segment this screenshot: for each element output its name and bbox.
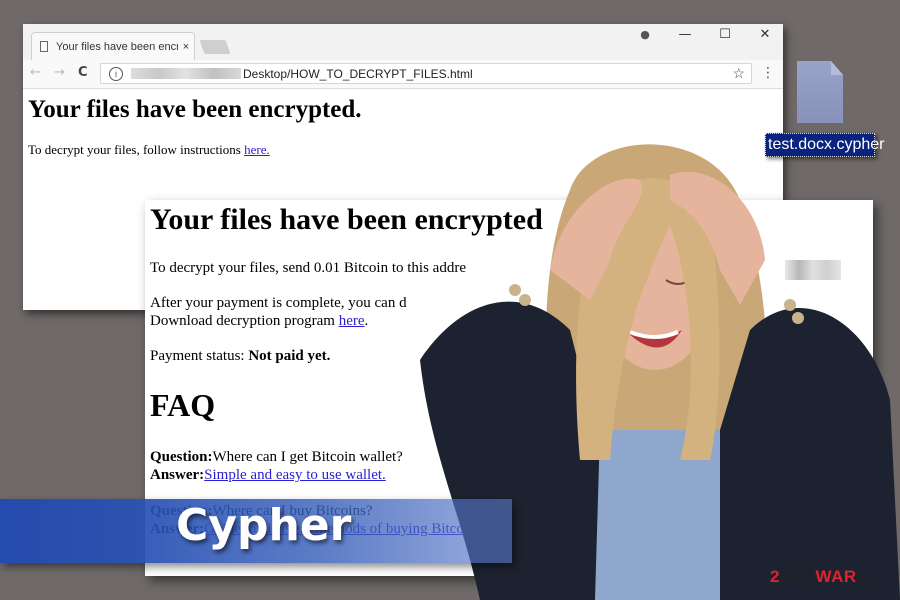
account-icon[interactable]: ● [635, 24, 655, 44]
site-watermark: 2SPYWARƐ [770, 567, 867, 587]
status-label: Payment status: [150, 348, 249, 364]
page-content: Your files have been encrypted. To decry… [28, 96, 362, 158]
watermark-e: Ɛ [856, 567, 868, 586]
info-icon[interactable]: i [109, 66, 123, 81]
browser-tab[interactable]: Your files have been encr × [31, 32, 195, 60]
browser-menu-icon[interactable]: ⋮ [761, 65, 775, 81]
download-period: . [364, 313, 369, 329]
answer-label: Answer: [150, 467, 205, 483]
minimize-icon[interactable]: — [675, 24, 695, 44]
close-window-icon[interactable]: ✕ [755, 24, 775, 44]
page-heading: Your files have been encrypted. [28, 96, 362, 123]
new-tab-button[interactable] [199, 40, 231, 54]
download-label: Download decryption program [150, 313, 339, 329]
url-text: Desktop/HOW_TO_DECRYPT_FILES.html [243, 66, 473, 81]
instructions-label: To decrypt your files, follow instructio… [28, 142, 245, 157]
question-text: Where can I get Bitcoin wallet? [212, 449, 403, 465]
blurred-path [131, 68, 241, 79]
tab-title: Your files have been encr [56, 40, 178, 53]
maximize-icon[interactable]: ☐ [715, 24, 735, 44]
question-label: Question: [150, 449, 213, 465]
wallet-link[interactable]: Simple and easy to use wallet. [204, 467, 386, 483]
tab-close-icon[interactable]: × [178, 41, 194, 53]
instructions-text: To decrypt your files, follow instructio… [28, 142, 362, 158]
instructions-link[interactable]: here. [244, 142, 270, 157]
back-icon[interactable]: ← [30, 65, 41, 80]
title-bar: Your files have been encr × ● — ☐ ✕ [23, 24, 783, 60]
forward-icon[interactable]: → [54, 65, 65, 80]
watermark-number: 2 [770, 567, 780, 586]
banner-title: Cypher [176, 500, 352, 551]
browser-toolbar: ← → C i Desktop/HOW_TO_DECRYPT_FILES.htm… [23, 60, 783, 89]
watermark-spy: SPY [779, 567, 816, 586]
download-link[interactable]: here [339, 313, 365, 329]
address-bar[interactable]: i Desktop/HOW_TO_DECRYPT_FILES.html ☆ [100, 63, 752, 84]
document-icon [40, 41, 48, 52]
reload-icon[interactable]: C [78, 65, 88, 80]
watermark-war: WAR [815, 567, 857, 586]
status-value: Not paid yet. [248, 348, 331, 364]
bookmark-star-icon[interactable]: ☆ [732, 65, 745, 82]
